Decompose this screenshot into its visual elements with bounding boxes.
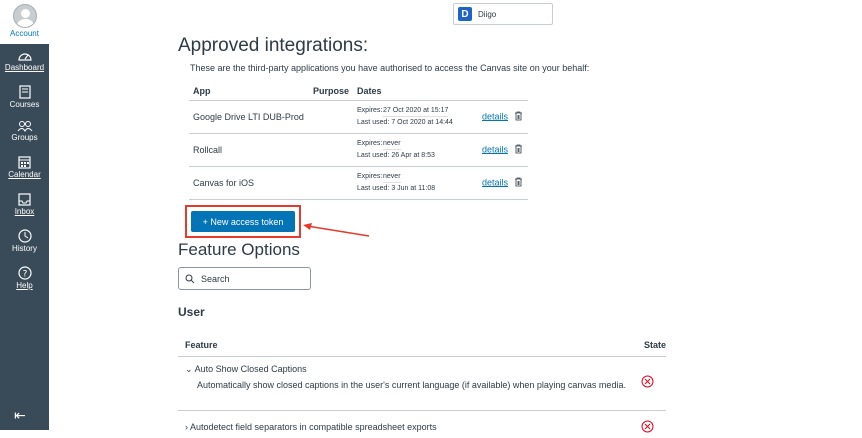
new-access-token-button[interactable]: + New access token [191, 211, 295, 232]
feature-description: Automatically show closed captions in th… [197, 380, 626, 390]
courses-icon [18, 85, 31, 99]
col-state: State [643, 340, 666, 350]
main-content: D Diigo Approved integrations: These are… [49, 0, 862, 433]
dates-cell: Expires: never Last used: 3 Jun at 11:08 [353, 166, 478, 200]
nav-calendar-label: Calendar [8, 170, 41, 179]
history-icon [17, 229, 32, 243]
diigo-label: Diigo [478, 9, 497, 19]
nav-calendar[interactable]: Calendar [0, 156, 49, 179]
table-header-row: App Purpose Dates [189, 82, 528, 101]
groups-icon [17, 121, 32, 132]
highlight-box: + New access token [185, 205, 301, 238]
annotation-arrow [303, 223, 370, 237]
help-icon: ? [17, 266, 32, 280]
nav-dashboard-label: Dashboard [4, 63, 45, 72]
nav-inbox-label: Inbox [14, 207, 35, 216]
integrations-description: These are the third-party applications y… [190, 63, 590, 73]
nav-dashboard[interactable]: Dashboard [0, 50, 49, 72]
state-off-icon[interactable] [641, 420, 654, 435]
search-icon [185, 274, 195, 283]
inbox-icon [18, 193, 31, 206]
table-row: Google Drive LTI DUB-Prod Expires: 27 Oct… [189, 100, 528, 134]
details-link[interactable]: details [482, 111, 508, 121]
svg-text:?: ? [22, 270, 27, 280]
table-row: Canvas for iOS Expires: never Last used: 3… [189, 166, 528, 200]
app-name: Rollcall [189, 133, 309, 167]
feature-toggle[interactable]: › Autodetect field separators in compati… [185, 422, 437, 432]
app-name: Google Drive LTI DUB-Prod [189, 100, 309, 134]
details-link[interactable]: details [482, 144, 508, 154]
table-row: Rollcall Expires: never Last used: 26 Apr … [189, 133, 528, 167]
collapse-icon[interactable]: ⇤ [14, 407, 26, 424]
calendar-icon [18, 156, 31, 169]
trash-icon[interactable] [514, 177, 523, 189]
search-placeholder: Search [201, 273, 230, 284]
feature-row: ⌄ Auto Show Closed Captions Automaticall… [178, 358, 666, 411]
feature-table-header: Feature State [178, 334, 666, 357]
nav-courses-label: Courses [9, 100, 40, 109]
nav-groups-label: Groups [11, 133, 38, 142]
trash-icon[interactable] [514, 144, 523, 156]
details-link[interactable]: details [482, 177, 508, 187]
nav-history-label: History [12, 244, 37, 253]
col-purpose: Purpose [309, 82, 354, 101]
nav-inbox[interactable]: Inbox [0, 193, 49, 216]
global-nav: Account Dashboard Courses Groups Calenda… [0, 0, 49, 430]
diigo-toolbar[interactable]: D Diigo [453, 3, 553, 25]
account-label: Account [10, 29, 39, 38]
feature-name: Autodetect field separators in compatibl… [190, 422, 437, 432]
col-feature: Feature [185, 340, 218, 350]
section-heading-user: User [178, 305, 205, 319]
col-dates: Dates [353, 82, 478, 101]
app-name: Canvas for iOS [189, 166, 309, 200]
chevron-down-icon: ⌄ [185, 364, 193, 374]
dashboard-icon [17, 53, 32, 61]
nav-help[interactable]: ? Help [0, 266, 49, 290]
dates-cell: Expires: never Last used: 26 Apr at 8:53 [353, 133, 478, 167]
dates-cell: Expires: 27 Oct 2020 at 15:17 Last used: 7… [353, 100, 478, 134]
integrations-table: App Purpose Dates Google Drive LTI DUB-P… [189, 82, 528, 200]
feature-name: Auto Show Closed Captions [194, 364, 307, 374]
feature-row: › Autodetect field separators in compati… [178, 418, 666, 438]
account-nav-item[interactable]: Account [0, 0, 49, 44]
feature-toggle[interactable]: ⌄ Auto Show Closed Captions [185, 364, 307, 375]
feature-search-input[interactable]: Search [178, 267, 311, 290]
nav-history[interactable]: History [0, 229, 49, 253]
col-actions [478, 82, 528, 101]
avatar [12, 4, 37, 28]
col-app: App [189, 82, 309, 101]
diigo-logo-icon: D [458, 7, 472, 21]
feature-options-title: Feature Options [178, 240, 300, 259]
trash-icon[interactable] [514, 111, 523, 123]
nav-groups[interactable]: Groups [0, 120, 49, 142]
nav-help-label: Help [16, 281, 33, 290]
chevron-right-icon: › [185, 422, 188, 432]
integrations-title: Approved integrations: [178, 35, 369, 56]
state-off-icon[interactable] [641, 375, 654, 390]
nav-courses[interactable]: Courses [0, 85, 49, 109]
